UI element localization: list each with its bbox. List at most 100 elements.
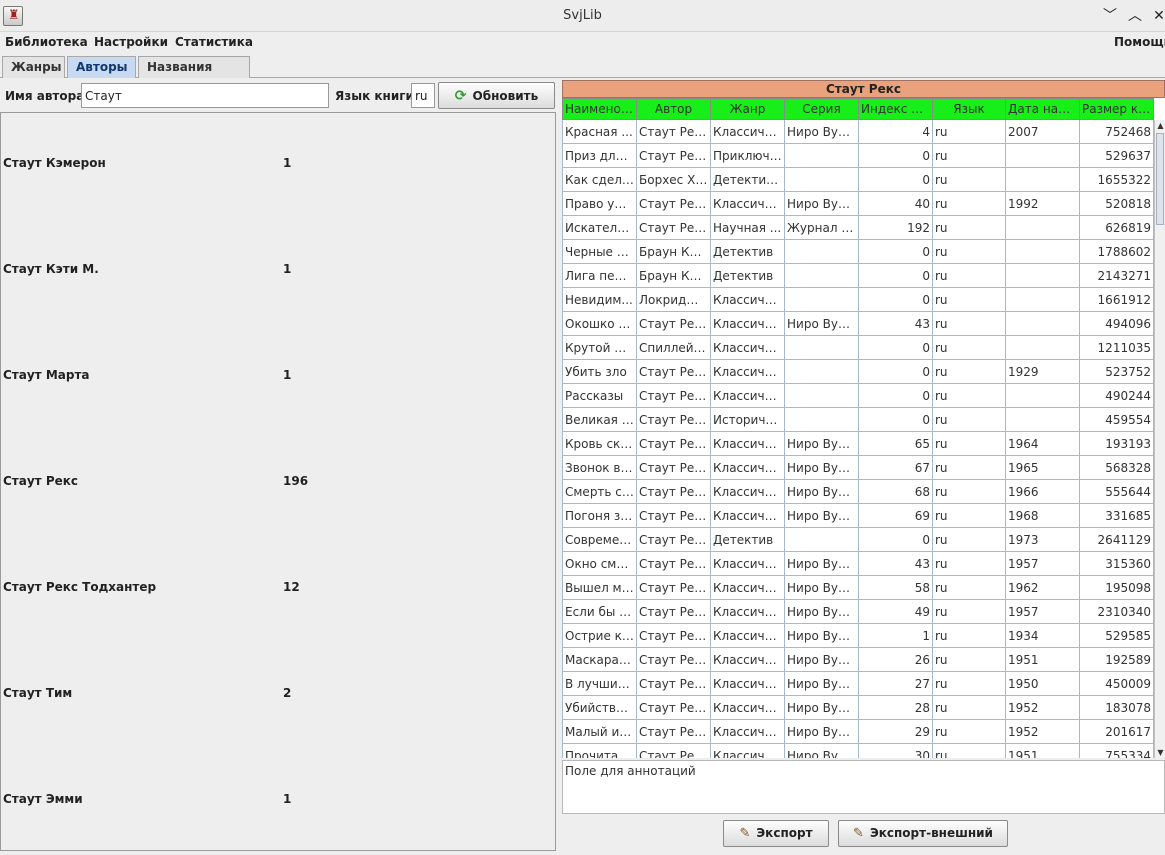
author-name-label: Имя автора (5, 89, 85, 103)
menu-settings[interactable]: Настройки (94, 35, 168, 49)
table-row[interactable]: Приз для ... Стаут Рекс Приключе... 0 ru 5296… (562, 143, 1154, 168)
table-cell: Окошко д... (562, 311, 637, 336)
table-cell (1005, 239, 1080, 264)
table-cell: Невидим... (562, 287, 637, 312)
scroll-down-icon[interactable]: ▼ (1155, 747, 1165, 758)
table-cell: 0 (858, 383, 933, 408)
table-row[interactable]: Смерть со... Стаут Рекс Классичес... Ниро В… (562, 479, 1154, 504)
column-header[interactable]: Жанр (710, 98, 785, 120)
list-item[interactable]: Стаут Тим 2 (1, 686, 555, 706)
table-cell: Классичес... (710, 479, 785, 504)
minimize-icon[interactable]: ﹀ (1100, 6, 1120, 26)
list-item[interactable]: Стаут Марта 1 (1, 368, 555, 388)
column-header[interactable]: Наименов... (562, 98, 637, 120)
table-cell: Классичес... (710, 431, 785, 456)
table-cell: Классичес... (710, 503, 785, 528)
column-header[interactable]: Дата напи... (1005, 98, 1080, 120)
table-row[interactable]: Если бы с... Стаут Рекс Классичес... Ниро В… (562, 599, 1154, 624)
table-row[interactable]: Искатель. ... Стаут Рекс Научная ... Журнал… (562, 215, 1154, 240)
list-item[interactable]: Стаут Рекс 196 (1, 474, 555, 494)
table-cell: 195098 (1079, 575, 1154, 600)
menu-help[interactable]: Помощь (1114, 35, 1165, 49)
table-cell (784, 167, 859, 192)
column-header[interactable]: Автор (636, 98, 711, 120)
export-external-button[interactable]: ✎ Экспорт-внешний (838, 820, 1008, 847)
table-row[interactable]: Как сдела... Борхес Хо... Детектив, ... 0 ru… (562, 167, 1154, 192)
table-row[interactable]: Крутой де... Спиллейн... Классичес... 0 ru 12… (562, 335, 1154, 360)
list-item[interactable]: Стаут Кэти М. 1 (1, 262, 555, 282)
table-cell: Ниро Вульф (784, 119, 859, 144)
table-cell: Рассказы (562, 383, 637, 408)
list-item[interactable]: Стаут Рекс Тодхантер 12 (1, 580, 555, 600)
author-book-count: 1 (283, 792, 292, 806)
table-row[interactable]: Окошко д... Стаут Рекс Классичес... Ниро Ву… (562, 311, 1154, 336)
export-button[interactable]: ✎ Экспорт (723, 820, 829, 847)
export-button-label: Экспорт (756, 826, 813, 840)
table-cell: Ниро Вульф (784, 455, 859, 480)
table-row[interactable]: Невидим... Локридж ... Классичес... 0 ru 1661… (562, 287, 1154, 312)
refresh-button[interactable]: ⟳ Обновить (438, 82, 555, 109)
table-row[interactable]: Красная ... Стаут Рекс Классичес... Ниро Ву… (562, 119, 1154, 144)
table-cell: Прочитав... (562, 743, 637, 758)
table-scrollbar[interactable]: ▲ ▼ (1154, 120, 1165, 758)
table-cell: 29 (858, 719, 933, 744)
table-row[interactable]: Маскарад ... Стаут Рекс Классичес... Ниро В… (562, 647, 1154, 672)
table-row[interactable]: Вышел ме... Стаут Рекс Классичес... Ниро Ву… (562, 575, 1154, 600)
table-row[interactable]: Черные о... Браун Кар... Детектив 0 ru 178860… (562, 239, 1154, 264)
close-icon[interactable]: ✕ (1149, 6, 1165, 26)
column-header[interactable]: Индекс в с... (858, 98, 933, 120)
table-row[interactable]: Кровь ска... Стаут Рекс Классичес... Ниро В… (562, 431, 1154, 456)
table-cell: 450009 (1079, 671, 1154, 696)
table-cell: Ниро Вульф (784, 647, 859, 672)
annotation-field[interactable]: Поле для аннотаций (562, 760, 1165, 814)
list-item[interactable]: Стаут Эмми 1 (1, 792, 555, 812)
table-cell: ru (932, 503, 1006, 528)
book-language-input[interactable] (411, 83, 435, 108)
table-cell: 28 (858, 695, 933, 720)
table-row[interactable]: Прочитав... Стаут Рекс Классичес... Ниро Ву… (562, 743, 1154, 758)
table-row[interactable]: Убить зло Стаут Рекс Классичес... 0 ru 1929 52… (562, 359, 1154, 384)
table-row[interactable]: Убийство ... Стаут Рекс Классичес... Ниро В… (562, 695, 1154, 720)
scroll-up-icon[interactable]: ▲ (1155, 120, 1165, 131)
table-row[interactable]: В лучших ... Стаут Рекс Классичес... Ниро В… (562, 671, 1154, 696)
menu-library[interactable]: Библиотека (5, 35, 88, 49)
table-cell (784, 407, 859, 432)
table-cell: 523752 (1079, 359, 1154, 384)
table-row[interactable]: Современ... Стаут Рекс Детектив 0 ru 1973 2641… (562, 527, 1154, 552)
menu-statistics[interactable]: Статистика (175, 35, 253, 49)
column-header[interactable]: Язык (932, 98, 1006, 120)
table-row[interactable]: Малый и ... Стаут Рекс Классичес... Ниро Ву… (562, 719, 1154, 744)
table-row[interactable]: Лига пере... Браун Кар... Детектив 0 ru 21432… (562, 263, 1154, 288)
column-header[interactable]: Серия (784, 98, 859, 120)
table-row[interactable]: Право уме... Стаут Рекс Классичес... Ниро В… (562, 191, 1154, 216)
table-cell: 1211035 (1079, 335, 1154, 360)
table-row[interactable]: Острие ко... Стаут Рекс Классичес... Ниро В… (562, 623, 1154, 648)
tab-authors[interactable]: Авторы (67, 56, 136, 78)
author-list[interactable]: Стаут Кэмерон 1 Стаут Кэти М. 1 Стаут Ма… (0, 112, 556, 851)
table-row[interactable]: Великая л... Стаут Рекс Историче... 0 ru 4595… (562, 407, 1154, 432)
column-header[interactable]: Размер кн... (1079, 98, 1154, 120)
tab-genres[interactable]: Жанры (2, 56, 65, 78)
table-cell: Ниро Вульф (784, 695, 859, 720)
table-cell: 2143271 (1079, 263, 1154, 288)
table-row[interactable]: Звонок в д... Стаут Рекс Классичес... Ниро … (562, 455, 1154, 480)
table-cell: Ниро Вульф (784, 551, 859, 576)
author-name: Стаут Рекс (3, 474, 79, 488)
table-row[interactable]: Погоня за ... Стаут Рекс Классичес... Ниро … (562, 503, 1154, 528)
table-cell: ru (932, 191, 1006, 216)
tab-book-titles[interactable]: Названия книг (138, 56, 250, 94)
table-cell: Приз для ... (562, 143, 637, 168)
table-cell: 1 (858, 623, 933, 648)
table-row[interactable]: Окно смер... Стаут Рекс Классичес... Ниро В… (562, 551, 1154, 576)
maximize-icon[interactable]: ︿ (1125, 6, 1145, 26)
author-name-input[interactable] (81, 83, 329, 108)
book-language-label: Язык книги (335, 89, 414, 103)
table-cell: 1964 (1005, 431, 1080, 456)
table-cell: 43 (858, 311, 933, 336)
table-row[interactable]: Рассказы Стаут Рекс Классичес... 0 ru 490244 (562, 383, 1154, 408)
selected-author-header: Стаут Рекс (562, 80, 1165, 98)
table-cell: 1951 (1005, 647, 1080, 672)
table-cell: ru (932, 359, 1006, 384)
list-item[interactable]: Стаут Кэмерон 1 (1, 156, 555, 176)
scrollbar-thumb[interactable] (1156, 133, 1164, 225)
